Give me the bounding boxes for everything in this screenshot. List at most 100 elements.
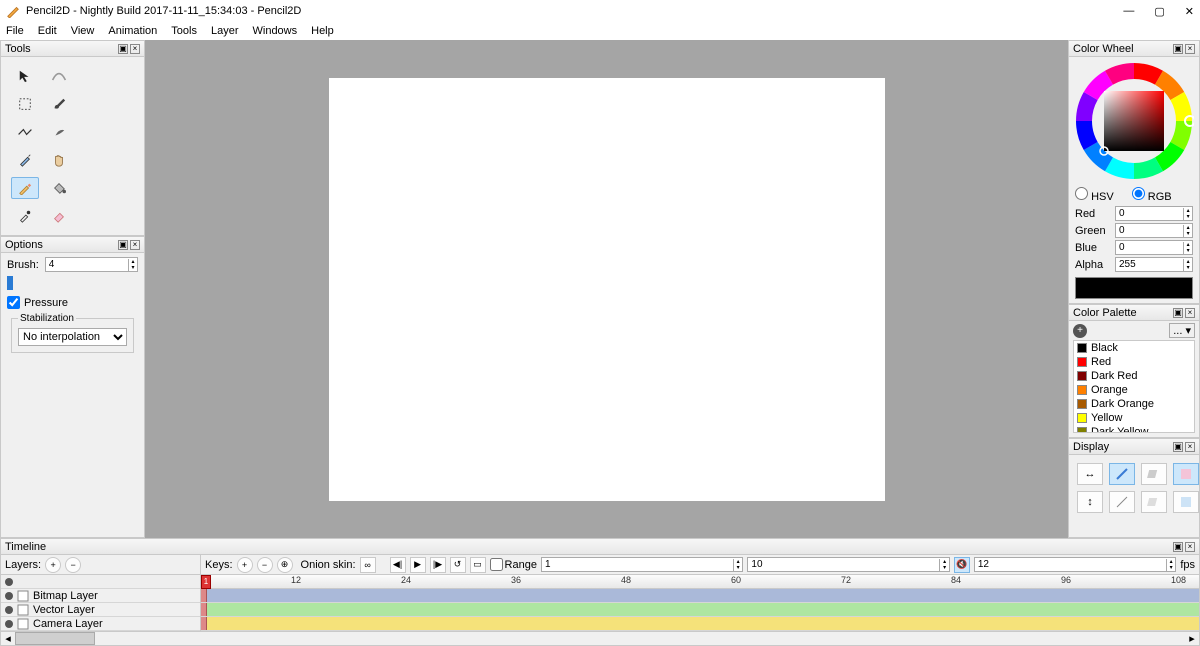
- canvas-area[interactable]: [145, 40, 1068, 538]
- add-layer-button[interactable]: +: [45, 557, 61, 573]
- polyline-tool[interactable]: [11, 121, 39, 143]
- close-icon[interactable]: ×: [1185, 308, 1195, 318]
- pencil-tool[interactable]: [11, 177, 39, 199]
- range-checkbox[interactable]: [490, 558, 503, 571]
- blue-input[interactable]: [1116, 242, 1183, 253]
- last-frame-button[interactable]: |▶: [430, 557, 446, 573]
- palette-options-button[interactable]: ... ▾: [1169, 323, 1195, 338]
- fps-input[interactable]: [975, 559, 1166, 570]
- minimize-button[interactable]: —: [1123, 5, 1134, 18]
- alpha-input[interactable]: [1116, 259, 1183, 270]
- scroll-right-icon[interactable]: ▸: [1185, 632, 1199, 645]
- hsv-radio[interactable]: HSV: [1075, 187, 1114, 203]
- mute-button[interactable]: 🔇: [954, 557, 970, 573]
- add-key-button[interactable]: +: [237, 557, 253, 573]
- layer-visible-toggle[interactable]: [5, 620, 13, 628]
- color-wheel[interactable]: [1074, 61, 1194, 181]
- track-row[interactable]: [201, 603, 1199, 617]
- playhead[interactable]: 1: [201, 575, 211, 589]
- undock-icon[interactable]: ▣: [118, 44, 128, 54]
- eyedropper-tool[interactable]: [11, 205, 39, 227]
- brush-tool[interactable]: [45, 93, 73, 115]
- mirror-h-button[interactable]: ↔: [1077, 463, 1103, 485]
- spin-down-icon[interactable]: ▾: [128, 265, 137, 271]
- onion-toggle-button[interactable]: ∞: [360, 557, 376, 573]
- palette-item[interactable]: Black: [1074, 341, 1194, 355]
- close-button[interactable]: ✕: [1185, 5, 1194, 18]
- scroll-left-icon[interactable]: ◂: [1, 632, 15, 645]
- remove-layer-button[interactable]: −: [65, 557, 81, 573]
- first-frame-button[interactable]: ◀|: [390, 557, 406, 573]
- layer-visible-toggle[interactable]: [5, 606, 13, 614]
- menu-tools[interactable]: Tools: [171, 25, 197, 37]
- palette-item[interactable]: Yellow: [1074, 411, 1194, 425]
- palette-item[interactable]: Orange: [1074, 383, 1194, 397]
- menu-file[interactable]: File: [6, 25, 24, 37]
- palette-list[interactable]: BlackRedDark RedOrangeDark OrangeYellowD…: [1073, 340, 1195, 433]
- close-icon[interactable]: ×: [1185, 44, 1195, 54]
- pressure-checkbox[interactable]: [7, 296, 20, 309]
- thin-lines-button[interactable]: [1109, 463, 1135, 485]
- hand-tool[interactable]: [45, 149, 73, 171]
- duplicate-key-button[interactable]: ⊕: [277, 557, 293, 573]
- onion-next-button[interactable]: [1173, 491, 1199, 513]
- undock-icon[interactable]: ▣: [1173, 542, 1183, 552]
- play-button[interactable]: ▶: [410, 557, 426, 573]
- timeline-scrollbar[interactable]: ◂ ▸: [1, 631, 1199, 645]
- menu-help[interactable]: Help: [311, 25, 334, 37]
- range-start-input[interactable]: [542, 559, 733, 570]
- palette-item[interactable]: Dark Yellow: [1074, 425, 1194, 433]
- layer-row[interactable]: Vector Layer: [1, 603, 200, 617]
- outlines-button[interactable]: [1141, 463, 1167, 485]
- maximize-button[interactable]: ▢: [1154, 5, 1164, 18]
- pen-tool[interactable]: [11, 149, 39, 171]
- overlay-lines-button[interactable]: [1109, 491, 1135, 513]
- sound-button[interactable]: ▭: [470, 557, 486, 573]
- timeline-ruler[interactable]: 1 1224364860728496108: [201, 575, 1199, 589]
- menu-view[interactable]: View: [71, 25, 95, 37]
- scroll-thumb[interactable]: [15, 632, 95, 645]
- clear-tool[interactable]: [45, 65, 73, 87]
- track-row[interactable]: [201, 617, 1199, 631]
- canvas[interactable]: [329, 78, 885, 501]
- brush-slider[interactable]: [7, 276, 138, 286]
- green-input[interactable]: [1116, 225, 1183, 236]
- palette-item[interactable]: Dark Orange: [1074, 397, 1194, 411]
- loop-button[interactable]: ↺: [450, 557, 466, 573]
- bucket-tool[interactable]: [45, 177, 73, 199]
- red-input[interactable]: [1116, 208, 1183, 219]
- close-icon[interactable]: ×: [1185, 542, 1195, 552]
- close-icon[interactable]: ×: [130, 240, 140, 250]
- overlay-grid-button[interactable]: [1141, 491, 1167, 513]
- palette-item[interactable]: Red: [1074, 355, 1194, 369]
- select-tool[interactable]: [11, 93, 39, 115]
- palette-item[interactable]: Dark Red: [1074, 369, 1194, 383]
- color-wheel-title: Color Wheel: [1073, 43, 1134, 55]
- menu-animation[interactable]: Animation: [108, 25, 157, 37]
- eraser-tool[interactable]: [45, 205, 73, 227]
- brush-size-input[interactable]: [46, 259, 128, 270]
- close-icon[interactable]: ×: [1185, 442, 1195, 452]
- onion-prev-button[interactable]: [1173, 463, 1199, 485]
- menu-edit[interactable]: Edit: [38, 25, 57, 37]
- smudge-tool[interactable]: [45, 121, 73, 143]
- mirror-v-button[interactable]: ↕: [1077, 491, 1103, 513]
- undock-icon[interactable]: ▣: [1173, 442, 1183, 452]
- layer-visible-toggle[interactable]: [5, 592, 13, 600]
- close-icon[interactable]: ×: [130, 44, 140, 54]
- all-visible-toggle[interactable]: [5, 578, 13, 586]
- range-end-input[interactable]: [748, 559, 939, 570]
- rgb-radio[interactable]: RGB: [1132, 187, 1172, 203]
- undock-icon[interactable]: ▣: [1173, 44, 1183, 54]
- layer-row[interactable]: Camera Layer: [1, 617, 200, 631]
- remove-key-button[interactable]: −: [257, 557, 273, 573]
- move-tool[interactable]: [11, 65, 39, 87]
- layer-row[interactable]: Bitmap Layer: [1, 589, 200, 603]
- add-color-button[interactable]: +: [1073, 324, 1087, 338]
- stabilization-select[interactable]: No interpolation: [18, 328, 127, 346]
- undock-icon[interactable]: ▣: [1173, 308, 1183, 318]
- track-row[interactable]: [201, 589, 1199, 603]
- undock-icon[interactable]: ▣: [118, 240, 128, 250]
- menu-layer[interactable]: Layer: [211, 25, 239, 37]
- menu-windows[interactable]: Windows: [253, 25, 298, 37]
